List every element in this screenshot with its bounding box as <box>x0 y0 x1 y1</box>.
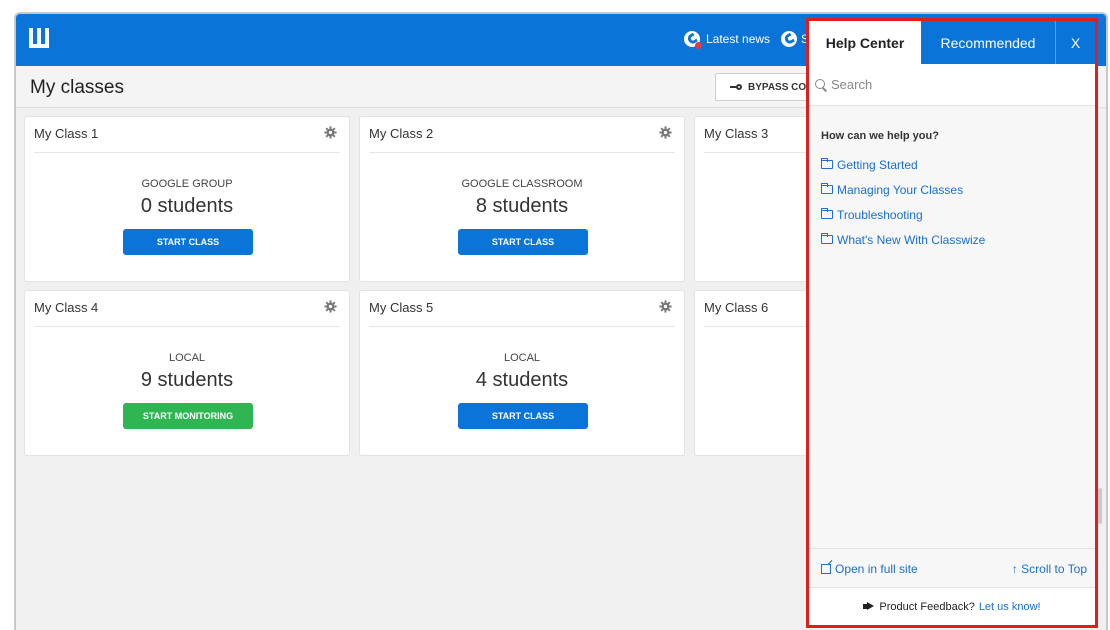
gear-icon[interactable] <box>324 126 337 139</box>
class-name: My Class 3 <box>704 126 769 141</box>
class-type: LOCAL <box>168 352 206 364</box>
help-category-link[interactable]: Managing Your Classes <box>821 177 985 202</box>
divider <box>34 326 340 327</box>
megaphone-icon <box>863 602 875 611</box>
class-type: GOOGLE GROUP <box>141 178 233 190</box>
feedback-link[interactable]: Let us know! <box>979 601 1041 613</box>
help-category-label: Managing Your Classes <box>837 182 964 197</box>
help-heading: How can we help you? <box>821 130 939 142</box>
tab-help-center[interactable]: Help Center <box>809 21 921 64</box>
student-count: 4 students <box>475 369 569 391</box>
student-count: 9 students <box>140 369 234 391</box>
search-input[interactable]: Search <box>831 77 872 92</box>
latest-news-label: Latest news <box>706 32 771 46</box>
scrollbar[interactable] <box>1098 488 1102 524</box>
tab-recommended[interactable]: Recommended <box>921 21 1055 64</box>
support-link[interactable]: S <box>781 31 809 47</box>
class-name: My Class 1 <box>34 126 99 141</box>
gear-icon[interactable] <box>659 300 672 313</box>
gear-icon[interactable] <box>659 126 672 139</box>
bypass-code-label: BYPASS COD <box>748 81 814 93</box>
help-tabs: Help Center Recommended X <box>809 21 1095 64</box>
divider <box>34 152 340 153</box>
help-category-label: What's New With Classwize <box>837 232 986 247</box>
class-type: GOOGLE CLASSROOM <box>461 178 583 190</box>
open-full-site-link[interactable]: Open in full site <box>821 562 918 576</box>
help-content: How can we help you? Getting Started Man… <box>809 106 1095 548</box>
help-footer: Open in full site ↑ Scroll to Top <box>809 548 1095 588</box>
page-title: My classes <box>30 77 124 98</box>
key-icon <box>730 84 742 90</box>
open-full-site-label: Open in full site <box>835 562 918 576</box>
student-count: 8 students <box>475 195 569 217</box>
help-search-bar: Search <box>809 64 1095 106</box>
search-icon <box>815 78 827 91</box>
help-center-panel: Help Center Recommended X Search How can… <box>806 18 1098 628</box>
folder-icon <box>821 208 833 219</box>
close-button[interactable]: X <box>1055 21 1095 64</box>
class-type: LOCAL <box>503 352 541 364</box>
phone-icon <box>781 31 797 47</box>
notification-dot <box>695 42 702 49</box>
help-category-link[interactable]: Getting Started <box>821 152 985 177</box>
help-category-list: Getting Started Managing Your Classes Tr… <box>821 152 985 252</box>
scroll-to-top-link[interactable]: ↑ Scroll to Top <box>1012 562 1087 576</box>
class-card: My Class 2 GOOGLE CLASSROOM 8 students S… <box>359 116 685 282</box>
divider <box>369 152 675 153</box>
classwize-logo-icon[interactable] <box>29 28 49 48</box>
folder-icon <box>821 233 833 244</box>
student-count: 0 students <box>140 195 234 217</box>
start-monitoring-button[interactable]: START MONITORING <box>123 403 253 429</box>
help-category-link[interactable]: What's New With Classwize <box>821 227 985 252</box>
class-name: My Class 2 <box>369 126 434 141</box>
class-card: My Class 5 LOCAL 4 students START CLASS <box>359 290 685 456</box>
gear-icon[interactable] <box>324 300 337 313</box>
latest-news-link[interactable]: Latest news <box>684 31 771 49</box>
product-feedback: Product Feedback? Let us know! <box>809 588 1095 625</box>
start-class-button[interactable]: START CLASS <box>458 229 588 255</box>
help-category-link[interactable]: Troubleshooting <box>821 202 985 227</box>
divider <box>369 326 675 327</box>
class-card: My Class 4 LOCAL 9 students START MONITO… <box>24 290 350 456</box>
help-category-label: Troubleshooting <box>837 207 923 222</box>
external-link-icon <box>821 564 831 574</box>
folder-icon <box>821 183 833 194</box>
class-card: My Class 1 GOOGLE GROUP 0 students START… <box>24 116 350 282</box>
class-name: My Class 5 <box>369 300 434 315</box>
class-name: My Class 6 <box>704 300 769 315</box>
folder-icon <box>821 158 833 169</box>
class-name: My Class 4 <box>34 300 99 315</box>
start-class-button[interactable]: START CLASS <box>123 229 253 255</box>
feedback-text: Product Feedback? <box>879 600 975 613</box>
help-category-label: Getting Started <box>837 157 918 172</box>
start-class-button[interactable]: START CLASS <box>458 403 588 429</box>
phone-icon <box>684 31 702 49</box>
